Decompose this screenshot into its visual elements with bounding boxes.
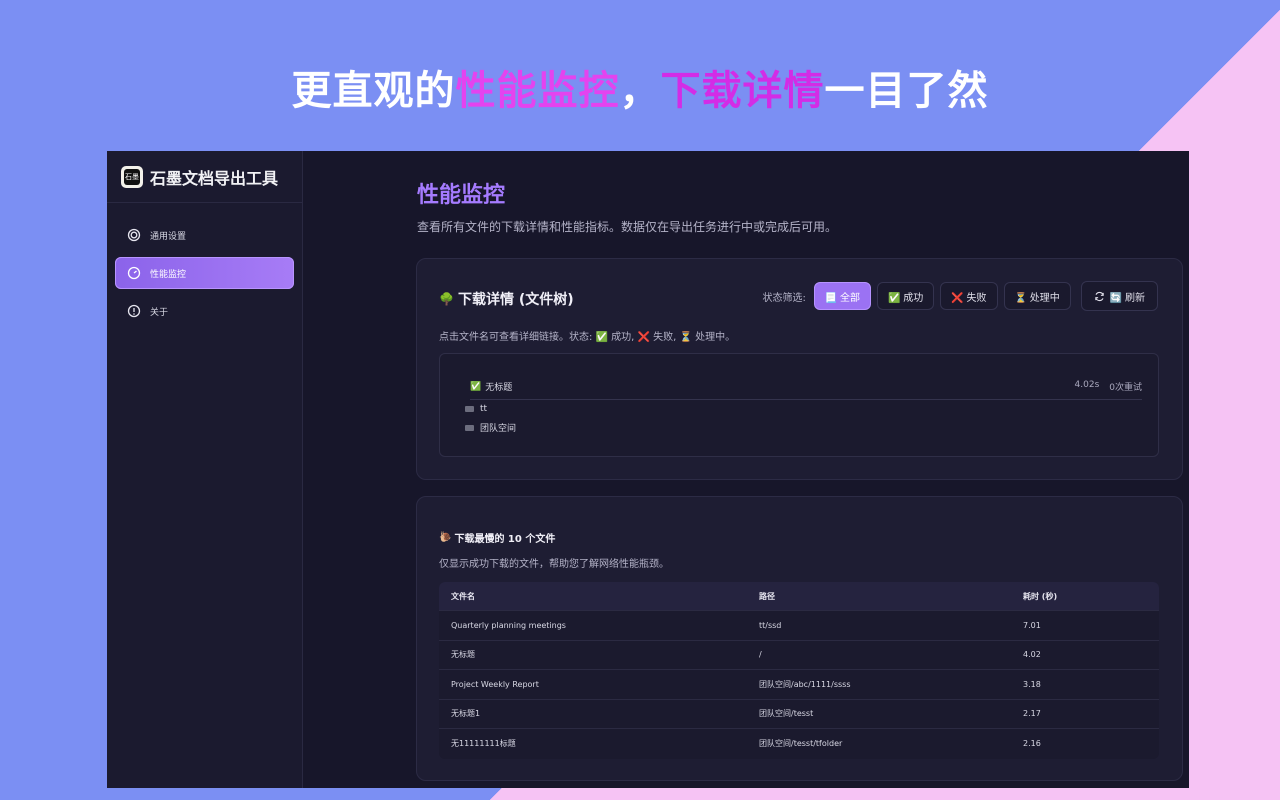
refresh-button[interactable]: 🔄 刷新 xyxy=(1080,281,1158,311)
cell-duration: 3.18 xyxy=(1023,679,1041,689)
filter-all-button[interactable]: 📃 全部 xyxy=(813,282,872,310)
refresh-icon xyxy=(1095,291,1104,301)
cell-filename: 无11111111标题 xyxy=(451,739,516,749)
brand-header: 石墨 石墨文档导出工具 xyxy=(107,151,302,203)
status-filter-bar: 状态筛选: 📃 全部 ✅ 成功 ❌ 失败 ⏳ 处理中 🔄 刷新 xyxy=(762,281,1158,311)
download-details-title: 下载详情 (文件树) xyxy=(457,292,574,308)
folder-name: 团队空间 xyxy=(480,424,517,434)
download-details-card: 🌳 下载详情 (文件树) 状态筛选: 📃 全部 ✅ 成功 ❌ 失败 ⏳ 处理中 … xyxy=(416,258,1183,480)
cell-path: / xyxy=(759,650,762,660)
cell-duration: 4.02 xyxy=(1023,650,1041,660)
sidebar-item-label: 通用设置 xyxy=(150,231,187,242)
cell-filename: Project Weekly Report xyxy=(451,679,539,689)
app-logo: 石墨 xyxy=(121,165,143,188)
settings-icon xyxy=(127,228,141,242)
filter-label: 状态筛选: xyxy=(762,292,806,304)
file-status-icon: ✅ xyxy=(470,381,482,392)
cell-duration: 2.17 xyxy=(1023,709,1041,719)
tree-file-row[interactable]: ✅ 无标题 4.02s 0次重试 xyxy=(470,374,1142,400)
tree-folder-row[interactable]: tt xyxy=(465,404,487,414)
cell-path: 团队空间/tesst/tfolder xyxy=(759,739,843,749)
status-hint: 点击文件名可查看详细链接。状态: ✅ 成功, ❌ 失败, ⏳ 处理中。 xyxy=(439,332,736,343)
cell-filename: 无标题1 xyxy=(451,709,481,719)
cell-duration: 7.01 xyxy=(1023,620,1041,630)
tree-folder-row[interactable]: 团队空间 xyxy=(465,421,516,434)
slowest-files-title: 下载最慢的 10 个文件 xyxy=(454,534,556,545)
slowest-files-table: 文件名 路径 耗时 (秒) Quarterly planning meeting… xyxy=(439,582,1159,759)
folder-icon xyxy=(465,424,474,431)
sidebar-item-label: 关于 xyxy=(150,307,169,318)
sidebar-item-label: 性能监控 xyxy=(150,269,187,280)
main-content: 性能监控 查看所有文件的下载详情和性能指标。数据仅在导出任务进行中或完成后可用。… xyxy=(303,151,1189,788)
sidebar-nav: 通用设置 性能监控 关于 xyxy=(107,203,302,343)
filter-failed-button[interactable]: ❌ 失败 xyxy=(940,282,998,310)
table-header-row: 文件名 路径 耗时 (秒) xyxy=(439,582,1159,611)
sidebar-item-general-settings[interactable]: 通用设置 xyxy=(115,219,294,251)
page-description: 查看所有文件的下载详情和性能指标。数据仅在导出任务进行中或完成后可用。 xyxy=(417,220,838,234)
cell-filename: Quarterly planning meetings xyxy=(451,620,566,630)
slowest-files-card: 🐌 下载最慢的 10 个文件 仅显示成功下载的文件，帮助您了解网络性能瓶颈。 文… xyxy=(416,496,1183,781)
file-name[interactable]: 无标题 xyxy=(485,380,512,393)
table-row: Project Weekly Report 团队空间/abc/1111/ssss… xyxy=(439,670,1159,700)
headline-part2: ， xyxy=(619,68,661,114)
cell-duration: 2.16 xyxy=(1023,739,1041,749)
slowest-files-description: 仅显示成功下载的文件，帮助您了解网络性能瓶颈。 xyxy=(439,559,669,570)
headline-highlight-performance: 性能监控 xyxy=(455,68,620,114)
column-header-filename: 文件名 xyxy=(451,591,475,601)
sidebar-item-about[interactable]: 关于 xyxy=(115,295,294,327)
file-time: 4.02s xyxy=(1074,380,1100,390)
column-header-duration: 耗时 (秒) xyxy=(1023,591,1058,601)
filter-success-button[interactable]: ✅ 成功 xyxy=(877,282,935,310)
promo-headline: 更直观的性能监控，下载详情一目了然 xyxy=(0,58,1280,116)
tree-icon: 🌳 xyxy=(439,292,454,306)
file-retries: 0次重试 xyxy=(1109,383,1142,393)
folder-icon xyxy=(465,406,474,412)
app-window: 石墨 石墨文档导出工具 通用设置 性能监控 关于 性能监控 查看所有文件的下载详… xyxy=(107,151,1189,788)
cell-filename: 无标题 xyxy=(451,650,475,660)
column-header-path: 路径 xyxy=(759,591,775,601)
cell-path: 团队空间/abc/1111/ssss xyxy=(759,679,851,689)
headline-part3: 一目了然 xyxy=(824,68,989,114)
slowest-files-header: 🐌 下载最慢的 10 个文件 xyxy=(439,530,555,545)
table-row: 无标题1 团队空间/tesst 2.17 xyxy=(439,700,1159,729)
snail-icon: 🐌 xyxy=(439,532,452,543)
gauge-icon xyxy=(127,266,141,280)
cell-path: tt/ssd xyxy=(759,620,782,630)
table-row: Quarterly planning meetings tt/ssd 7.01 xyxy=(439,611,1159,641)
app-logo-text: 石墨 xyxy=(124,168,140,185)
filter-processing-button[interactable]: ⏳ 处理中 xyxy=(1003,282,1071,310)
folder-name: tt xyxy=(480,404,488,414)
refresh-label: 🔄 刷新 xyxy=(1109,292,1145,304)
headline-highlight-download: 下载详情 xyxy=(660,68,825,114)
page-title: 性能监控 xyxy=(417,183,506,208)
headline-part1: 更直观的 xyxy=(291,68,456,114)
file-tree: ✅ 无标题 4.02s 0次重试 tt 团队空间 xyxy=(439,353,1159,457)
table-row: 无标题 / 4.02 xyxy=(439,641,1159,670)
table-row: 无11111111标题 团队空间/tesst/tfolder 2.16 xyxy=(439,729,1159,759)
file-meta: 4.02s 0次重试 xyxy=(1075,380,1142,393)
download-details-header: 🌳 下载详情 (文件树) xyxy=(439,289,574,309)
app-title: 石墨文档导出工具 xyxy=(150,168,279,188)
sidebar-item-performance[interactable]: 性能监控 xyxy=(115,257,294,289)
cell-path: 团队空间/tesst xyxy=(759,709,814,719)
sidebar: 石墨 石墨文档导出工具 通用设置 性能监控 关于 xyxy=(107,151,303,788)
info-icon xyxy=(127,304,141,318)
